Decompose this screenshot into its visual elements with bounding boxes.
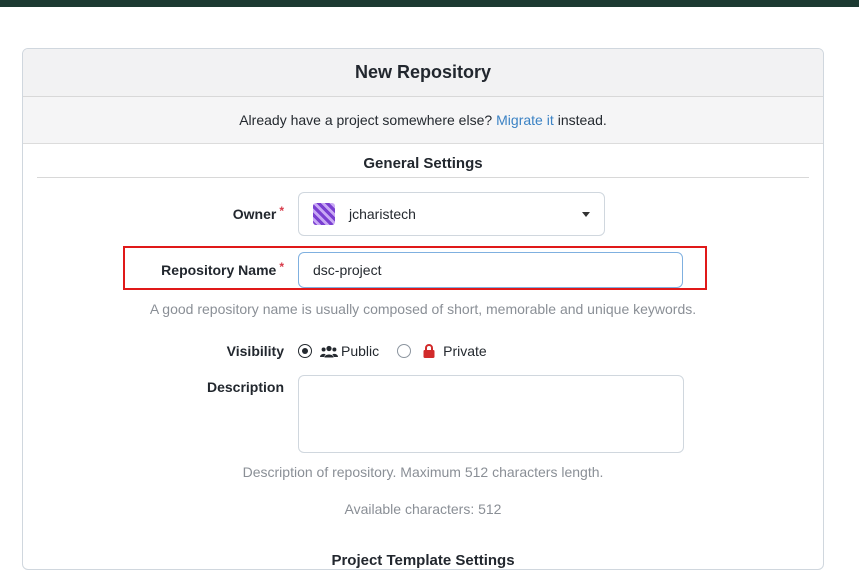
chevron-down-icon (582, 211, 590, 217)
owner-name: jcharistech (349, 206, 416, 222)
new-repository-card: New Repository Already have a project so… (22, 48, 824, 570)
migrate-suffix: instead. (557, 112, 607, 128)
visibility-options: Public Private (298, 341, 487, 361)
required-mark: * (279, 260, 284, 274)
required-mark: * (279, 204, 284, 218)
section-divider (37, 177, 809, 178)
owner-dropdown[interactable]: jcharistech (298, 192, 605, 236)
migrate-link[interactable]: Migrate it (496, 112, 554, 128)
repo-name-label: Repository Name * (161, 260, 284, 278)
avatar (313, 203, 335, 225)
page-title: New Repository (23, 49, 823, 97)
description-textarea[interactable] (298, 375, 684, 453)
migrate-banner: Already have a project somewhere else? M… (23, 97, 823, 144)
visibility-private-radio[interactable] (397, 344, 412, 358)
migrate-prefix: Already have a project somewhere else? (239, 112, 493, 128)
visibility-private-label: Private (443, 343, 487, 359)
general-settings-heading: General Settings (363, 155, 483, 172)
repo-name-input[interactable] (298, 252, 683, 288)
repo-name-help: A good repository name is usually compos… (149, 301, 697, 317)
top-nav-bar (0, 0, 859, 7)
visibility-public-label: Public (341, 343, 380, 359)
lock-icon (423, 344, 435, 358)
description-label: Description (206, 379, 284, 395)
description-help: Description of repository. Maximum 512 c… (242, 464, 604, 480)
project-template-heading: Project Template Settings (331, 552, 515, 569)
visibility-label: Visibility (226, 343, 284, 359)
owner-label: Owner * (232, 204, 284, 222)
available-characters: Available characters: 512 (344, 501, 502, 517)
visibility-public-radio[interactable] (298, 344, 312, 358)
people-icon (320, 345, 338, 357)
